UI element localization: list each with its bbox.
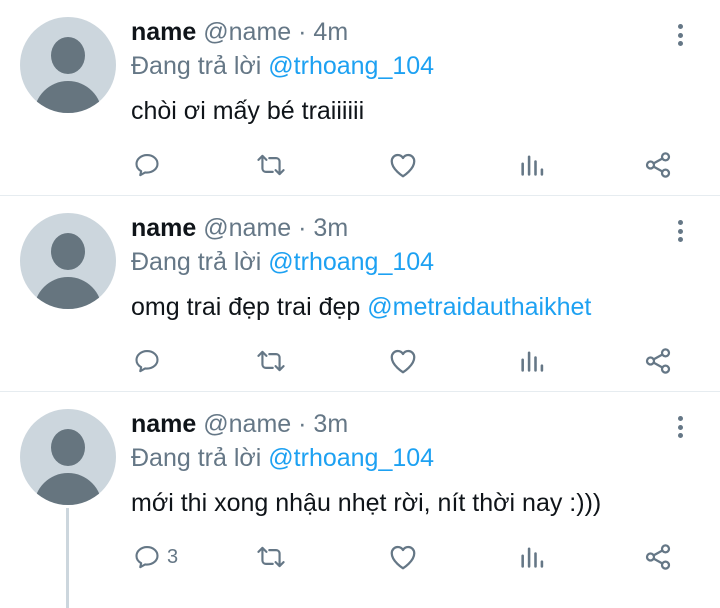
more-vertical-icon[interactable] xyxy=(668,216,692,246)
retweet-icon xyxy=(257,350,285,372)
reply-to-mention[interactable]: @trhoang_104 xyxy=(268,248,434,276)
retweet-button[interactable] xyxy=(255,344,287,378)
replying-to: Đang trả lời @trhoang_104 xyxy=(131,50,434,82)
timestamp[interactable]: 4m xyxy=(313,18,348,46)
reply-to-mention[interactable]: @trhoang_104 xyxy=(268,52,434,80)
reply-prefix: Đang trả lời xyxy=(131,52,262,80)
username[interactable]: @name xyxy=(203,214,291,242)
action-bar xyxy=(131,344,681,378)
display-name[interactable]: name xyxy=(131,214,196,242)
reply-prefix: Đang trả lời xyxy=(131,444,262,472)
tweet-text-mention[interactable]: @metraidauthaikhet xyxy=(367,293,591,321)
replying-to: Đang trả lời @trhoang_104 xyxy=(131,246,434,278)
separator: · xyxy=(298,410,307,438)
heart-icon xyxy=(390,349,416,374)
timestamp[interactable]: 3m xyxy=(313,214,348,242)
share-button[interactable] xyxy=(643,148,673,182)
tweet-text: omg trai đẹp trai đẹp @metraidauthaikhet xyxy=(131,291,591,323)
replying-to: Đang trả lời @trhoang_104 xyxy=(131,442,434,474)
tweet-1[interactable]: name @name · 4m Đang trả lời @trhoang_10… xyxy=(0,0,720,196)
reply-icon xyxy=(135,546,159,569)
separator: · xyxy=(298,214,307,242)
share-icon xyxy=(645,152,671,178)
username[interactable]: @name xyxy=(203,410,291,438)
action-bar: 3 xyxy=(131,540,681,574)
reply-prefix: Đang trả lời xyxy=(131,248,262,276)
reply-button[interactable] xyxy=(133,148,167,182)
tweet-text: mới thi xong nhậu nhẹt rời, nít thời nay… xyxy=(131,487,601,519)
reply-icon xyxy=(135,350,159,373)
stats-button[interactable] xyxy=(519,540,545,574)
stats-icon xyxy=(521,155,544,176)
default-avatar-icon[interactable] xyxy=(20,17,116,113)
tweet-2[interactable]: name @name · 3m Đang trả lời @trhoang_10… xyxy=(0,196,720,392)
heart-icon xyxy=(390,545,416,570)
like-button[interactable] xyxy=(388,344,418,378)
share-button[interactable] xyxy=(643,540,673,574)
retweet-button[interactable] xyxy=(255,540,287,574)
display-name[interactable]: name xyxy=(131,18,196,46)
thread-line xyxy=(66,508,69,608)
separator: · xyxy=(298,18,307,46)
action-bar xyxy=(131,148,681,182)
more-vertical-icon[interactable] xyxy=(668,20,692,50)
like-button[interactable] xyxy=(388,148,418,182)
share-button[interactable] xyxy=(643,344,673,378)
share-icon xyxy=(645,544,671,570)
reply-to-mention[interactable]: @trhoang_104 xyxy=(268,444,434,472)
username[interactable]: @name xyxy=(203,18,291,46)
tweet-text: chòi ơi mấy bé traiiiiii xyxy=(131,95,364,127)
tweet-text-content: omg trai đẹp trai đẹp xyxy=(131,293,361,321)
tweet-text-content: mới thi xong nhậu nhẹt rời, nít thời nay… xyxy=(131,489,602,517)
display-name[interactable]: name xyxy=(131,410,196,438)
stats-icon xyxy=(521,547,544,568)
tweet-header: name @name · 3m xyxy=(131,408,348,440)
more-vertical-icon[interactable] xyxy=(668,412,692,442)
reply-button[interactable] xyxy=(133,344,167,378)
stats-button[interactable] xyxy=(519,344,545,378)
heart-icon xyxy=(390,153,416,178)
tweet-3[interactable]: name @name · 3m Đang trả lời @trhoang_10… xyxy=(0,392,720,608)
reply-icon xyxy=(135,154,159,177)
share-icon xyxy=(645,348,671,374)
timestamp[interactable]: 3m xyxy=(313,410,348,438)
reply-count: 3 xyxy=(167,545,179,568)
tweet-header: name @name · 3m xyxy=(131,212,348,244)
retweet-icon xyxy=(257,546,285,568)
default-avatar-icon[interactable] xyxy=(20,409,116,505)
default-avatar-icon[interactable] xyxy=(20,213,116,309)
like-button[interactable] xyxy=(388,540,418,574)
reply-button[interactable]: 3 xyxy=(133,540,178,574)
tweet-header: name @name · 4m xyxy=(131,16,348,48)
retweet-icon xyxy=(257,154,285,176)
retweet-button[interactable] xyxy=(255,148,287,182)
stats-button[interactable] xyxy=(519,148,545,182)
stats-icon xyxy=(521,351,544,372)
tweet-text-content: chòi ơi mấy bé traiiiiii xyxy=(131,97,365,125)
